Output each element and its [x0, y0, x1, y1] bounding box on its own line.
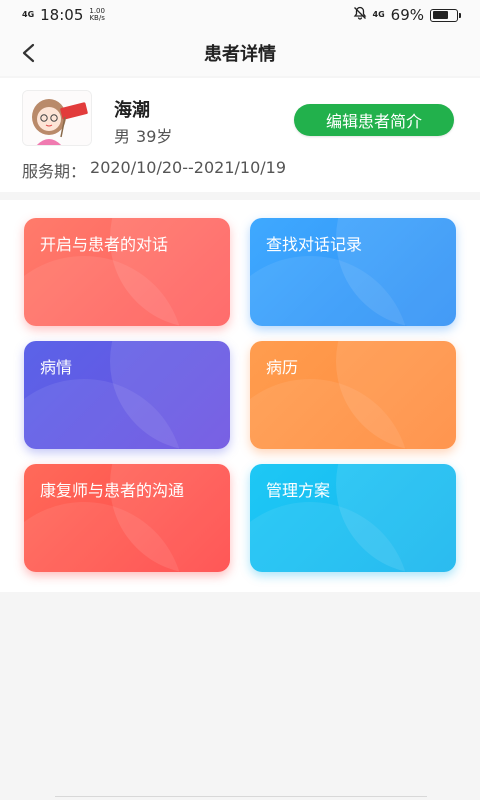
tile-start-conversation[interactable]: 开启与患者的对话	[24, 218, 230, 326]
tile-management-plan[interactable]: 管理方案	[250, 464, 456, 572]
clock: 18:05	[40, 6, 84, 24]
service-period-row: 服务期： 2020/10/20--2021/10/19	[22, 158, 286, 182]
tile-decoration	[250, 379, 410, 449]
tile-label: 管理方案	[266, 481, 331, 500]
status-right: 4G 69%	[353, 6, 461, 24]
battery-icon	[430, 8, 461, 22]
patient-card: 海潮 男 39岁 编辑患者简介 服务期： 2020/10/20--2021/10…	[0, 78, 480, 192]
network-speed: 1.00 KB/s	[89, 8, 105, 22]
status-bar: 4G 18:05 1.00 KB/s 4G 69%	[0, 0, 480, 30]
tile-decoration	[250, 502, 410, 572]
service-period-label: 服务期：	[22, 162, 87, 181]
edit-profile-button[interactable]: 编辑患者简介	[294, 104, 454, 136]
status-left: 4G 18:05 1.00 KB/s	[22, 6, 105, 24]
tile-therapist-communication[interactable]: 康复师与患者的沟通	[24, 464, 230, 572]
tile-label: 开启与患者的对话	[40, 235, 169, 254]
bottom-divider	[55, 796, 427, 800]
tile-decoration	[24, 379, 184, 449]
tile-label: 查找对话记录	[266, 235, 363, 254]
patient-name: 海潮	[114, 100, 150, 121]
tile-label: 康复师与患者的沟通	[40, 481, 185, 500]
network-indicator: 4G	[22, 10, 35, 19]
cartoon-avatar-icon	[23, 91, 91, 145]
function-grid: 开启与患者的对话 查找对话记录 病情 病历 康复师与患者的沟通 管理方案	[0, 200, 480, 592]
tile-medical-record[interactable]: 病历	[250, 341, 456, 449]
back-button[interactable]	[14, 38, 44, 68]
tile-label: 病历	[266, 358, 299, 377]
tile-decoration	[24, 256, 184, 326]
battery-level	[432, 11, 449, 19]
page-title: 患者详情	[204, 44, 276, 65]
signal-indicator: 4G	[372, 10, 385, 19]
patient-age: 39岁	[136, 127, 173, 146]
service-period-value: 2020/10/20--2021/10/19	[90, 158, 286, 177]
avatar	[22, 90, 92, 146]
nav-bar: 患者详情	[0, 30, 480, 76]
patient-meta: 男 39岁	[114, 123, 172, 147]
chevron-left-icon	[22, 43, 35, 63]
patient-gender: 男	[114, 127, 131, 146]
battery-percent: 69%	[390, 6, 424, 24]
tile-decoration	[24, 502, 184, 572]
mute-icon	[353, 6, 367, 24]
tile-conversation-history[interactable]: 查找对话记录	[250, 218, 456, 326]
network-speed-unit: KB/s	[89, 14, 105, 22]
tile-condition[interactable]: 病情	[24, 341, 230, 449]
tile-decoration	[250, 256, 410, 326]
tile-label: 病情	[40, 358, 73, 377]
